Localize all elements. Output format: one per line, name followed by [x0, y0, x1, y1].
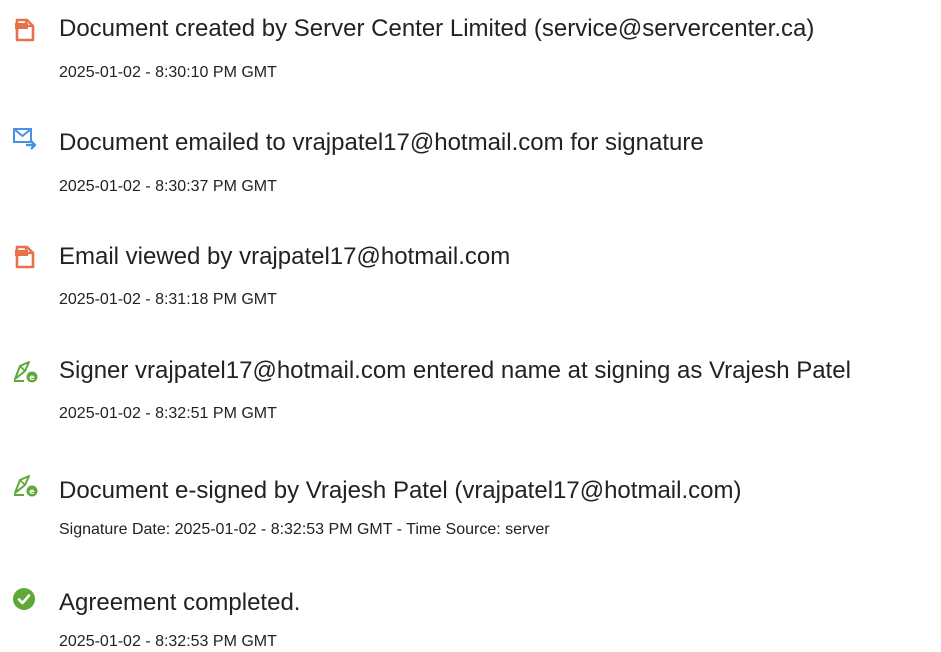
event-timestamp: 2025-01-02 - 8:32:51 PM GMT	[59, 405, 277, 422]
svg-text:e: e	[29, 487, 35, 496]
signature-date-text: Signature Date: 2025-01-02 - 8:32:53 PM …	[59, 521, 550, 538]
event-timestamp: 2025-01-02 - 8:31:18 PM GMT	[59, 291, 277, 308]
email-sent-icon	[12, 125, 38, 151]
event-timestamp: 2025-01-02 - 8:30:10 PM GMT	[59, 64, 277, 81]
esign-pen-icon: e	[12, 358, 38, 384]
event-timestamp: 2025-01-02 - 8:32:53 PM GMT	[59, 633, 277, 650]
event-timestamp: 2025-01-02 - 8:30:37 PM GMT	[59, 178, 277, 195]
event-title: Document emailed to vrajpatel17@hotmail.…	[59, 129, 704, 156]
document-created-icon	[12, 17, 38, 43]
event-title: Document created by Server Center Limite…	[59, 15, 815, 42]
event-title: Email viewed by vrajpatel17@hotmail.com	[59, 243, 511, 270]
document-viewed-icon	[12, 244, 38, 270]
event-title: Agreement completed.	[59, 589, 301, 616]
event-title: Document e-signed by Vrajesh Patel (vraj…	[59, 477, 742, 504]
check-circle-icon	[12, 586, 38, 612]
esign-pen-icon: e	[12, 472, 38, 498]
event-title: Signer vrajpatel17@hotmail.com entered n…	[59, 357, 851, 384]
svg-text:e: e	[29, 373, 35, 382]
